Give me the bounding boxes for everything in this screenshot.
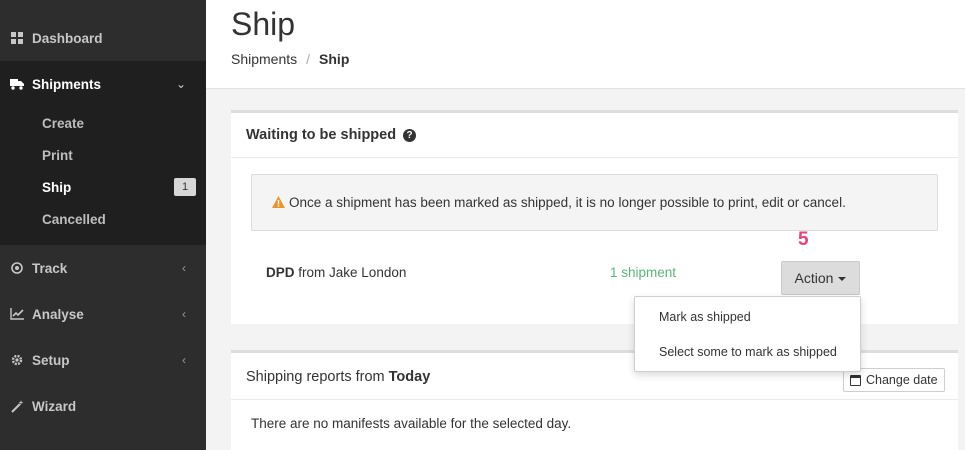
breadcrumb-parent[interactable]: Shipments: [231, 51, 297, 67]
nav-dashboard[interactable]: Dashboard: [0, 15, 206, 61]
question-circle-icon[interactable]: ?: [403, 128, 417, 142]
action-label: Action: [794, 270, 834, 286]
waiting-panel-title-text: Waiting to be shipped: [246, 127, 397, 143]
nav-wizard[interactable]: Wizard: [0, 383, 206, 429]
carrier-from: from Jake London: [298, 265, 407, 280]
nav-track-label: Track: [32, 260, 68, 276]
gear-icon: [10, 354, 24, 366]
waiting-panel-title: Waiting to be shipped ?: [246, 127, 417, 143]
truck-icon: [10, 78, 24, 90]
wand-icon: [10, 399, 24, 413]
chevron-left-icon: ‹: [182, 353, 186, 367]
breadcrumb-current: Ship: [319, 51, 350, 67]
nav-setup[interactable]: Setup ‹: [0, 337, 206, 383]
reports-panel-title: Shipping reports from Today: [246, 369, 430, 385]
nav-shipments-label: Shipments: [32, 76, 102, 92]
waiting-panel-header: Waiting to be shipped ?: [231, 113, 958, 158]
grid-icon: [10, 32, 24, 44]
shipment-count[interactable]: 1 shipment: [610, 265, 676, 280]
nav-analyse-label: Analyse: [32, 306, 84, 322]
carrier-label: DPD from Jake London: [266, 265, 406, 280]
menu-item-select-some[interactable]: Select some to mark as shipped: [659, 345, 837, 359]
change-date-label: Change date: [866, 373, 938, 387]
sub-cancelled[interactable]: Cancelled: [42, 212, 106, 227]
reports-title-day: Today: [388, 369, 431, 385]
chevron-left-icon: ‹: [182, 261, 186, 275]
chevron-left-icon: ‹: [182, 307, 186, 321]
sub-create[interactable]: Create: [42, 116, 84, 131]
carrier-name: DPD: [266, 265, 295, 280]
empty-manifests-message: There are no manifests available for the…: [251, 416, 572, 431]
warning-triangle-icon: [272, 195, 285, 211]
page-header: Ship Shipments / Ship: [206, 0, 965, 89]
page-title: Ship: [231, 6, 296, 42]
nav-analyse[interactable]: Analyse ‹: [0, 291, 206, 337]
menu-item-mark-shipped[interactable]: Mark as shipped: [659, 310, 751, 324]
target-icon: [10, 262, 24, 274]
action-dropdown-menu: Mark as shipped Select some to mark as s…: [634, 296, 861, 372]
ship-count-badge: 1: [174, 178, 196, 196]
chevron-down-icon: ⌄: [175, 77, 186, 91]
caret-down-icon: [838, 277, 847, 281]
nav-dashboard-label: Dashboard: [32, 30, 103, 46]
nav-shipments[interactable]: Shipments ⌄: [0, 61, 206, 107]
calendar-icon: [850, 374, 861, 386]
breadcrumb-separator: /: [306, 51, 311, 67]
nav-wizard-label: Wizard: [32, 398, 77, 414]
alert-text: Once a shipment has been marked as shipp…: [289, 195, 846, 210]
sub-ship[interactable]: Ship: [42, 180, 71, 195]
nav-setup-label: Setup: [32, 352, 70, 368]
action-dropdown-button[interactable]: Action: [781, 261, 860, 295]
nav-track[interactable]: Track ‹: [0, 245, 206, 291]
reports-title-prefix: Shipping reports from: [246, 369, 385, 385]
warning-alert: Once a shipment has been marked as shipp…: [251, 174, 938, 231]
sidebar: Dashboard Shipments ⌄ Create Print Ship …: [0, 0, 206, 450]
sub-print[interactable]: Print: [42, 148, 73, 163]
breadcrumb: Shipments / Ship: [231, 51, 349, 67]
chart-icon: [10, 308, 24, 320]
step-marker: 5: [798, 229, 809, 250]
